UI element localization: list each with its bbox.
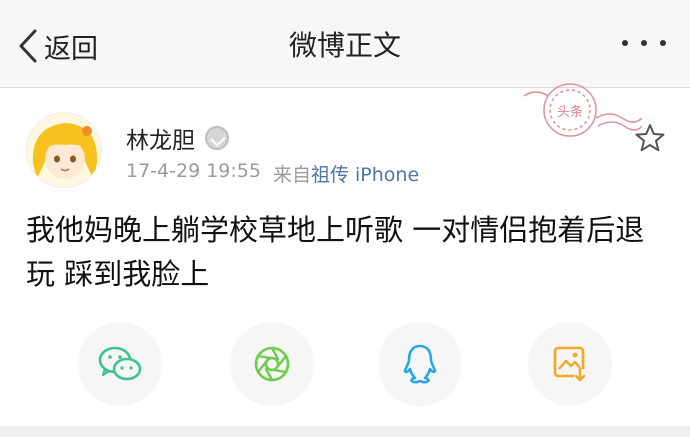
avatar-image [27, 113, 101, 187]
headline-stamp-icon: 头条 [523, 83, 642, 137]
source-prefix: 来自 [272, 164, 311, 186]
share-row [0, 322, 690, 412]
stamp-text: 头条 [557, 104, 583, 120]
post-content: 我他妈晚上躺学校草地上听歌 一对情侣抱着后退玩 踩到我脸上 [26, 213, 645, 291]
nav-bar: 返回 微博正文 [0, 0, 690, 88]
page-title: 微博正文 [288, 29, 401, 62]
share-wechat-button[interactable] [78, 322, 162, 406]
save-image-icon [553, 346, 586, 382]
verified-badge-icon [205, 126, 229, 150]
post-meta: 17-4-29 19:55 来自祖传 iPhone [126, 160, 419, 187]
share-qq-button[interactable] [378, 322, 462, 406]
save-image-button[interactable] [528, 322, 612, 406]
more-dot-icon [660, 40, 666, 46]
bottom-divider [0, 426, 690, 437]
avatar[interactable] [26, 112, 102, 188]
more-options-button[interactable] [622, 40, 666, 46]
favorite-star-icon[interactable] [634, 122, 666, 154]
moments-icon [254, 346, 290, 382]
post-timestamp: 17-4-29 19:55 [126, 160, 261, 182]
author-row: 林龙胆 [126, 121, 229, 155]
wechat-icon [98, 346, 142, 381]
author-name[interactable]: 林龙胆 [126, 121, 195, 155]
share-moments-button[interactable] [230, 322, 314, 406]
source-link[interactable]: 祖传 iPhone [311, 164, 419, 186]
more-dot-icon [641, 40, 647, 46]
more-dot-icon [622, 40, 628, 46]
qq-icon [403, 344, 437, 384]
